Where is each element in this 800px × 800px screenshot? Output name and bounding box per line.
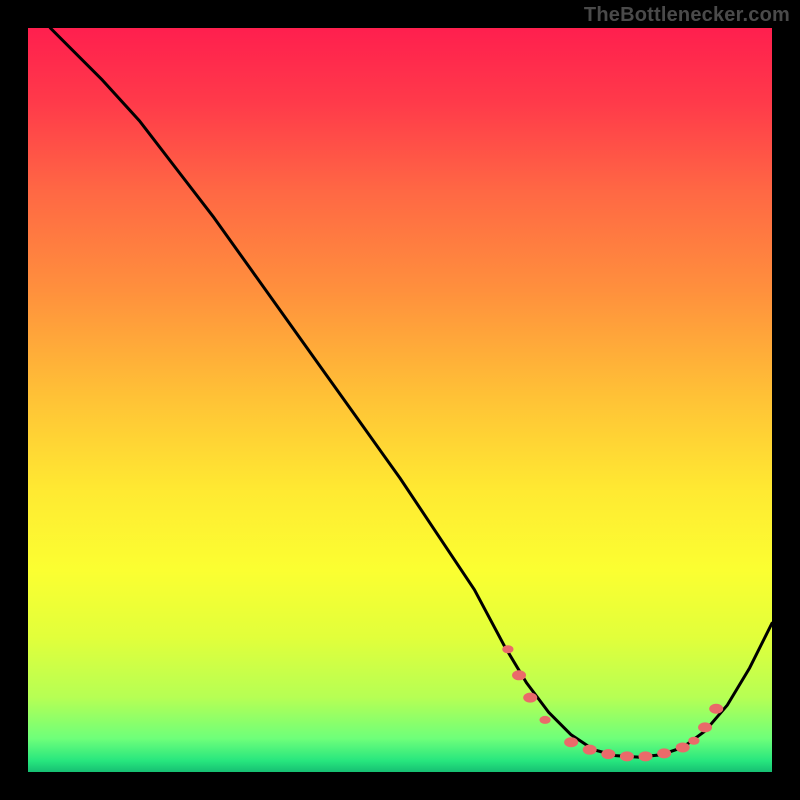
optimal-marker	[709, 704, 723, 714]
optimal-marker	[639, 751, 653, 761]
optimal-marker	[688, 737, 699, 745]
optimal-marker	[601, 749, 615, 759]
optimal-marker	[657, 748, 671, 758]
optimal-marker	[583, 745, 597, 755]
optimal-marker	[698, 722, 712, 732]
plot-area	[28, 28, 772, 772]
optimal-marker	[512, 670, 526, 680]
watermark-text: TheBottlenecker.com	[584, 4, 790, 27]
optimal-marker	[502, 645, 513, 653]
gradient-background	[28, 28, 772, 772]
optimal-marker	[539, 716, 550, 724]
optimal-marker	[676, 742, 690, 752]
chart-frame: TheBottlenecker.com	[0, 0, 800, 800]
optimal-marker	[620, 751, 634, 761]
optimal-marker	[523, 693, 537, 703]
optimal-marker	[564, 737, 578, 747]
bottleneck-chart	[28, 28, 772, 772]
